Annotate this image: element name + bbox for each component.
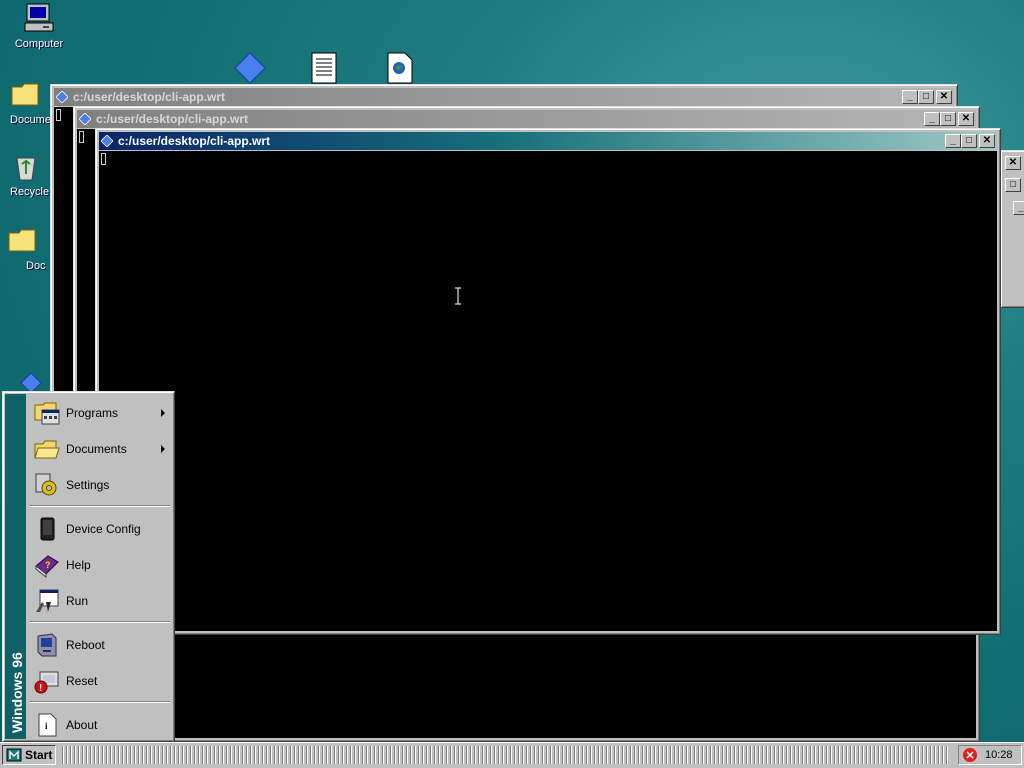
menu-item-label: Programs <box>66 406 119 420</box>
terminal-cursor <box>101 153 106 165</box>
start-button[interactable]: Start <box>2 745 56 765</box>
close-button[interactable]: ✕ <box>958 112 974 126</box>
maximize-button[interactable]: □ <box>961 134 977 148</box>
menu-item-programs[interactable]: Programs <box>28 396 171 430</box>
menu-item-device-config[interactable]: Device Config <box>28 512 171 546</box>
submenu-arrow-icon <box>161 445 165 453</box>
web-document-icon[interactable] <box>386 52 414 84</box>
error-icon[interactable]: ✕ <box>963 748 977 762</box>
menu-item-label: Run <box>66 594 89 608</box>
maximize-button[interactable]: □ <box>940 112 956 126</box>
window-title: c:/user/desktop/cli-app.wrt <box>118 134 271 148</box>
desktop-icon-label: Recycle <box>10 186 50 198</box>
folder-icon <box>10 78 42 110</box>
minimize-button[interactable]: _ <box>902 90 918 104</box>
menu-item-documents[interactable]: Documents <box>28 432 171 466</box>
computer-icon <box>23 2 55 34</box>
start-label: Start <box>25 748 53 762</box>
svg-text:!: ! <box>39 683 42 694</box>
minimize-button[interactable]: _ <box>1013 201 1024 215</box>
desktop-icon-label: Doc <box>26 260 46 272</box>
close-button[interactable]: ✕ <box>1005 156 1021 170</box>
start-logo-icon <box>6 748 22 762</box>
minimize-button[interactable]: _ <box>924 112 940 126</box>
menu-item-label: Documents <box>66 442 127 456</box>
desktop-icon-doc-folder[interactable]: Doc <box>0 224 46 272</box>
text-cursor-icon <box>455 287 461 305</box>
task-buttons-area[interactable] <box>60 746 950 764</box>
menu-item-label: Reset <box>66 674 98 688</box>
menu-item-about[interactable]: i About <box>28 708 171 742</box>
terminal-cursor <box>56 109 61 121</box>
menu-item-label: About <box>66 718 98 732</box>
documents-folder-icon <box>34 436 60 462</box>
reboot-icon <box>34 632 60 658</box>
cli-app-window-active[interactable]: c:/user/desktop/cli-app.wrt _ □ ✕ <box>95 128 1001 635</box>
desktop-icon-documents[interactable]: Docume <box>0 78 52 126</box>
window-titlebar[interactable]: c:/user/desktop/cli-app.wrt _ □ ✕ <box>77 110 976 128</box>
window-titlebar[interactable]: c:/user/desktop/cli-app.wrt _ □ ✕ <box>99 132 997 150</box>
reset-icon: ! <box>34 668 60 694</box>
menu-item-label: Reboot <box>66 638 105 652</box>
clock[interactable]: 10:28 <box>985 749 1013 761</box>
desktop-icon-recycle-bin[interactable]: Recycle <box>0 150 52 198</box>
start-menu-sidebar: Windows 96 <box>5 394 26 739</box>
folder-icon <box>7 224 39 256</box>
menu-item-help[interactable]: ? Help <box>28 548 171 582</box>
menu-separator <box>30 505 170 507</box>
diamond-app-icon[interactable] <box>20 372 42 392</box>
svg-text:?: ? <box>45 560 51 570</box>
desktop-icon-label: Docume <box>10 114 51 126</box>
minimize-button[interactable]: _ <box>945 134 961 148</box>
close-button[interactable]: ✕ <box>979 134 995 148</box>
start-menu: Windows 96 Programs Documents Settings D… <box>2 391 175 742</box>
diamond-app-icon <box>56 91 68 103</box>
terminal-area[interactable] <box>99 151 997 631</box>
menu-item-run[interactable]: Run <box>28 584 171 618</box>
text-document-icon[interactable] <box>310 52 338 84</box>
system-tray: ✕ 10:28 <box>958 745 1022 765</box>
taskbar: Start ✕ 10:28 <box>0 742 1024 768</box>
menu-item-label: Device Config <box>66 522 141 536</box>
menu-item-settings[interactable]: Settings <box>28 468 171 502</box>
help-book-icon: ? <box>34 552 60 579</box>
run-icon <box>34 588 60 614</box>
diamond-app-icon <box>79 113 91 125</box>
desktop-icon-computer[interactable]: Computer <box>2 2 76 50</box>
terminal-cursor <box>79 131 84 143</box>
about-icon: i <box>34 712 60 738</box>
settings-icon <box>34 472 60 498</box>
menu-item-label: Settings <box>66 478 110 492</box>
window-title: c:/user/desktop/cli-app.wrt <box>73 90 226 104</box>
maximize-button[interactable]: □ <box>1005 178 1021 192</box>
window-titlebar[interactable]: c:/user/desktop/cli-app.wrt _ □ ✕ <box>54 88 954 106</box>
menu-item-label: Help <box>66 558 91 572</box>
start-menu-brand: Windows 96 <box>8 652 25 733</box>
offscreen-window[interactable]: ✕ □ _ <box>1000 150 1024 308</box>
maximize-button[interactable]: □ <box>918 90 934 104</box>
programs-icon <box>34 400 60 426</box>
recycle-bin-icon <box>10 150 42 182</box>
menu-separator <box>30 701 170 703</box>
diamond-app-icon[interactable] <box>234 52 266 84</box>
submenu-arrow-icon <box>161 409 165 417</box>
device-config-icon <box>34 516 60 542</box>
diamond-app-icon <box>101 135 113 147</box>
menu-item-reboot[interactable]: Reboot <box>28 628 171 662</box>
menu-item-reset[interactable]: ! Reset <box>28 664 171 698</box>
desktop-icon-label: Computer <box>14 38 64 50</box>
menu-separator <box>30 621 170 623</box>
window-title: c:/user/desktop/cli-app.wrt <box>96 112 249 126</box>
close-button[interactable]: ✕ <box>936 90 952 104</box>
